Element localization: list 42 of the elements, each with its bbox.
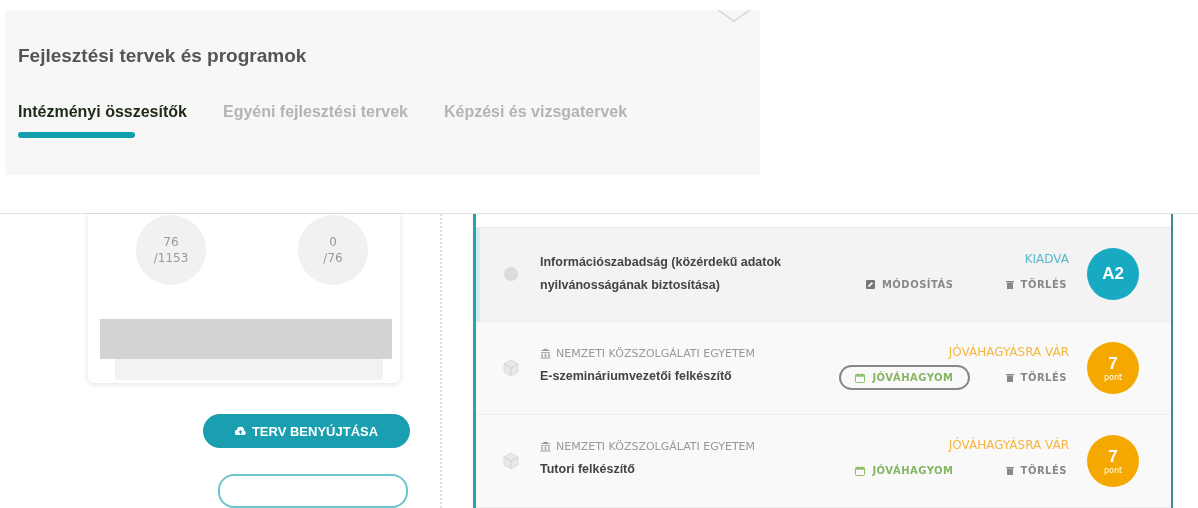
score-badge: 7 pont bbox=[1087, 341, 1139, 394]
plan-row[interactable]: Információszabadság (közérdekű adatok nyilvánosságának biztosítása) KIADVA MÓDOSÍTÁS TÖRLÉS A2 bbox=[476, 228, 1171, 322]
status-label: KIADVA bbox=[1024, 251, 1069, 266]
tab[interactable]: Képzési és vizsgatervek bbox=[443, 103, 628, 121]
delete-button[interactable]: TÖRLÉS bbox=[989, 271, 1069, 297]
tab[interactable]: Intézményi összesítők bbox=[18, 103, 187, 121]
counter-value: 76 bbox=[163, 234, 179, 250]
cube-icon bbox=[501, 357, 521, 378]
trash-icon bbox=[1005, 279, 1014, 289]
institution-name: NEMZETI KÖZSZOLGÁLATI EGYETEM bbox=[556, 440, 756, 454]
trash-icon bbox=[1005, 466, 1014, 476]
submit-plan-button[interactable]: TERV BENYÚJTÁSA bbox=[203, 414, 410, 448]
building-icon bbox=[540, 441, 551, 453]
tab[interactable]: Egyéni fejlesztési tervek bbox=[222, 103, 408, 121]
upload-icon bbox=[234, 426, 246, 436]
plan-row[interactable]: NEMZETI KÖZSZOLGÁLATI EGYETEM E-szemináriumvezetői felkészítő JÓVÁHAGYÁSRA VÁR JÓVÁHAGYOM TÖRLÉS 7 pont bbox=[476, 321, 1171, 415]
counter-total: /1153 bbox=[153, 250, 189, 266]
score-badge: 7 pont bbox=[1087, 434, 1139, 487]
status-label: JÓVÁHAGYÁSRA VÁR bbox=[948, 345, 1069, 360]
score-badge: A2 bbox=[1087, 248, 1139, 301]
delete-button[interactable]: TÖRLÉS bbox=[989, 458, 1069, 484]
plan-title: E-szemináriumvezetői felkészítő bbox=[540, 368, 733, 386]
plan-row[interactable]: NEMZETI KÖZSZOLGÁLATI EGYETEM Tutori felkészítő JÓVÁHAGYÁSRA VÁR JÓVÁHAGYOM TÖRLÉS 7 pont bbox=[476, 414, 1171, 508]
calendar-icon bbox=[855, 465, 866, 476]
calendar-icon bbox=[855, 372, 866, 383]
approve-button[interactable]: JÓVÁHAGYOM bbox=[839, 365, 970, 391]
edit-button[interactable]: MÓDOSÍTÁS bbox=[849, 271, 970, 297]
counter-value: 0 bbox=[329, 234, 337, 250]
cube-icon bbox=[501, 450, 521, 471]
edit-icon bbox=[865, 279, 875, 289]
delete-button[interactable]: TÖRLÉS bbox=[989, 365, 1069, 391]
plan-title: Tutori felkészítő bbox=[540, 461, 636, 479]
outlined-button[interactable] bbox=[218, 474, 408, 508]
plan-title: Információszabadság (közérdekű adatok nyilvánosságának biztosítása) bbox=[540, 254, 783, 295]
building-icon bbox=[540, 348, 551, 360]
page-title: Fejlesztési tervek és programok bbox=[18, 45, 308, 67]
caret-icon bbox=[717, 10, 751, 22]
trash-icon bbox=[1005, 373, 1014, 383]
institution-name: NEMZETI KÖZSZOLGÁLATI EGYETEM bbox=[556, 347, 756, 361]
status-label: JÓVÁHAGYÁSRA VÁR bbox=[948, 438, 1069, 453]
approve-button[interactable]: JÓVÁHAGYOM bbox=[839, 458, 970, 484]
counter-total: /76 bbox=[323, 250, 343, 266]
